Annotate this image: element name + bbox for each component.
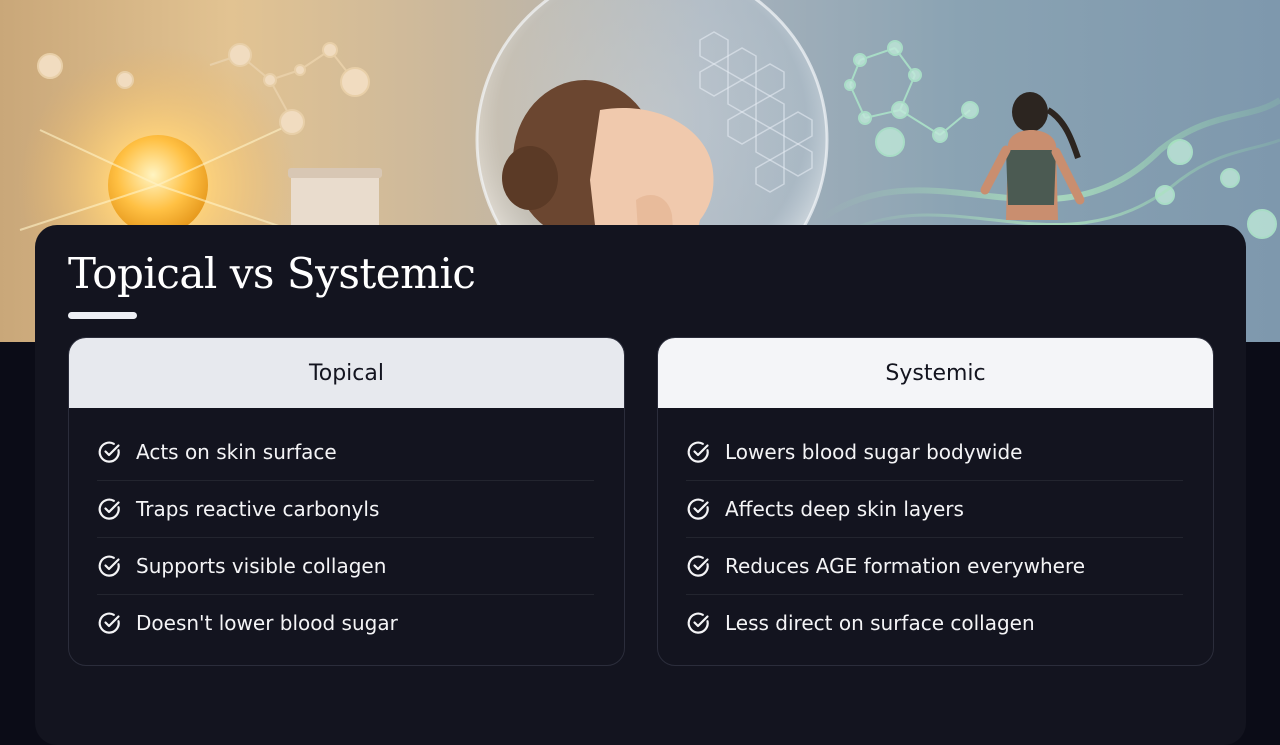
- check-circle-icon: [97, 553, 123, 579]
- title-underline: [68, 312, 137, 319]
- systemic-list: Lowers blood sugar bodywide Affects deep…: [658, 408, 1213, 651]
- list-item-text: Doesn't lower blood sugar: [136, 611, 398, 635]
- list-item: Less direct on surface collagen: [686, 595, 1183, 651]
- list-item: Traps reactive carbonyls: [97, 481, 594, 538]
- list-item-text: Supports visible collagen: [136, 554, 387, 578]
- list-item: Acts on skin surface: [97, 424, 594, 481]
- check-circle-icon: [97, 496, 123, 522]
- list-item: Lowers blood sugar bodywide: [686, 424, 1183, 481]
- list-item-text: Traps reactive carbonyls: [136, 497, 380, 521]
- systemic-card-header: Systemic: [658, 338, 1213, 408]
- check-circle-icon: [97, 439, 123, 465]
- list-item: Supports visible collagen: [97, 538, 594, 595]
- list-item-text: Affects deep skin layers: [725, 497, 964, 521]
- slide-title: Topical vs Systemic: [68, 249, 476, 298]
- list-item-text: Less direct on surface collagen: [725, 611, 1035, 635]
- topical-list: Acts on skin surface Traps reactive carb…: [69, 408, 624, 651]
- topical-card-header: Topical: [69, 338, 624, 408]
- content-panel: Topical vs Systemic Topical Acts on skin…: [35, 225, 1246, 745]
- list-item-text: Acts on skin surface: [136, 440, 337, 464]
- check-circle-icon: [686, 610, 712, 636]
- list-item-text: Lowers blood sugar bodywide: [725, 440, 1023, 464]
- list-item: Reduces AGE formation everywhere: [686, 538, 1183, 595]
- check-circle-icon: [686, 496, 712, 522]
- list-item-text: Reduces AGE formation everywhere: [725, 554, 1086, 578]
- check-circle-icon: [686, 553, 712, 579]
- topical-card: Topical Acts on skin surface Traps react…: [68, 337, 625, 666]
- list-item: Affects deep skin layers: [686, 481, 1183, 538]
- systemic-card: Systemic Lowers blood sugar bodywide Aff…: [657, 337, 1214, 666]
- check-circle-icon: [686, 439, 712, 465]
- list-item: Doesn't lower blood sugar: [97, 595, 594, 651]
- check-circle-icon: [97, 610, 123, 636]
